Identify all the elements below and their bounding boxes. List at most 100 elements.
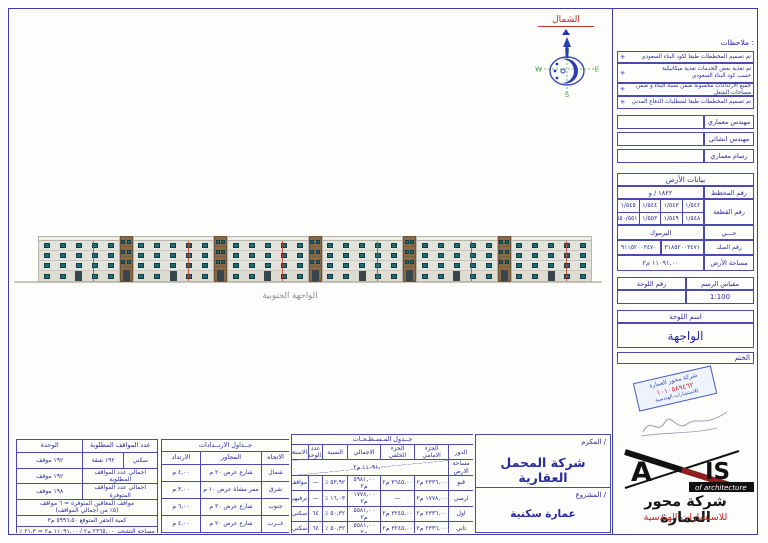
table-cell: ٥٠,٣٢ ٪ xyxy=(323,506,348,521)
table-cell: عدد الوحدات xyxy=(309,445,323,460)
stair-floor-band xyxy=(215,247,226,257)
table-cell: المجاور xyxy=(201,452,262,465)
window xyxy=(233,263,239,268)
deed-number: ٩١١٥٢٠٠٣٤٧٠ xyxy=(617,240,661,255)
window xyxy=(438,274,444,279)
stair-floor-band xyxy=(310,237,321,247)
window xyxy=(516,263,522,268)
window xyxy=(60,263,66,268)
ground-floor xyxy=(417,271,497,281)
window xyxy=(327,253,333,258)
table-cell: ٣,٠٠ م xyxy=(162,482,201,499)
table-cell: الوحدة xyxy=(17,440,83,453)
floor-band xyxy=(134,261,214,271)
table-cell: ممر مشاة عرض ١٠ م xyxy=(201,482,262,499)
window xyxy=(310,260,314,264)
window xyxy=(391,253,397,258)
sheet-number-label: رقم اللوحة xyxy=(617,277,686,290)
window xyxy=(297,253,303,258)
window xyxy=(76,243,82,248)
window xyxy=(327,243,333,248)
stair-core xyxy=(498,236,511,282)
window xyxy=(297,263,303,268)
compass-icon: N S W E xyxy=(532,36,602,98)
window xyxy=(233,253,239,258)
table-cell: ثاني xyxy=(449,521,473,533)
table-cell: ١٩٢ موقف xyxy=(17,469,83,484)
plan-number-row: رقم المخطط ١٨٢٢ / و xyxy=(617,186,754,199)
table-cell: ١/٥٤٢ xyxy=(682,200,704,213)
window xyxy=(221,260,225,264)
window xyxy=(44,253,50,258)
window xyxy=(202,253,208,258)
table-cell: ٦,٠٠ م xyxy=(162,499,201,516)
table-cell: اول xyxy=(449,506,473,521)
elevation-caption: الواجهة الجنوبية xyxy=(230,291,350,301)
ground-floor xyxy=(228,271,308,281)
window xyxy=(532,253,538,258)
table-cell: ٤,٠٠ م xyxy=(162,465,201,482)
floor-band xyxy=(512,241,592,251)
stair-core xyxy=(403,236,416,282)
table-cell: مساحة التشجير ٢٣٦٥,٠٠ م٢ / ١١٠٩١,٠٠ م٢ =… xyxy=(17,526,158,533)
note-text: تم تصميم المخططات طبقا لكود البناء السعو… xyxy=(627,54,751,61)
deed-label: رقم الصك xyxy=(704,240,754,255)
table-cell: عدد المواقف المطلوبة xyxy=(83,440,158,453)
drain-pipe xyxy=(566,241,567,281)
table-cell: ٥٩٨١,٠٠ م٢ xyxy=(348,475,381,490)
stair-core xyxy=(120,236,133,282)
table-cell: ١/٥٤٨ xyxy=(682,212,704,225)
table-cell: ٣٢٤٥,٠٠ م٢ xyxy=(381,521,415,533)
compass-s: S xyxy=(565,91,570,98)
window xyxy=(249,253,255,258)
setbacks-table: جــداول الارتــداداتالاتجاهالمجاورالارتد… xyxy=(161,439,289,533)
window xyxy=(60,253,66,258)
window xyxy=(405,250,409,254)
window xyxy=(233,243,239,248)
scale-header-row: مقياس الرسم رقم اللوحة xyxy=(617,277,754,290)
window xyxy=(499,260,503,264)
table-cell: الاتجاه xyxy=(262,452,289,465)
floor-band xyxy=(134,241,214,251)
window xyxy=(170,253,176,258)
table-cell: غــرب xyxy=(262,516,289,533)
window xyxy=(532,243,538,248)
scale-value-row: 1:100 xyxy=(617,290,754,304)
stair-floor-band xyxy=(215,257,226,267)
table-cell: شارع عرض ٢٠ م xyxy=(201,465,262,482)
window xyxy=(359,243,365,248)
owner-section: المكرم / شركة المحمل العقارية xyxy=(476,435,610,488)
compass-e: E xyxy=(595,66,599,74)
window xyxy=(580,263,586,268)
window xyxy=(44,243,50,248)
window xyxy=(121,250,125,254)
window xyxy=(454,253,460,258)
table-cell: ١/٥٤٤ xyxy=(639,200,661,213)
plan-number-label: رقم المخطط xyxy=(704,186,754,199)
stair-floor-band xyxy=(121,247,132,257)
stair-floor-band xyxy=(404,237,415,247)
window xyxy=(343,263,349,268)
window xyxy=(138,253,144,258)
window xyxy=(343,274,349,279)
signature-icon xyxy=(637,408,732,440)
window xyxy=(310,250,314,254)
stair-floor-band xyxy=(310,247,321,257)
window xyxy=(499,240,503,244)
window xyxy=(154,253,160,258)
window xyxy=(233,274,239,279)
building-module xyxy=(416,236,498,282)
stair-floor-band xyxy=(215,237,226,247)
window xyxy=(391,243,397,248)
project-section: المشروع / عمارة سكنية xyxy=(476,488,610,532)
floor-band xyxy=(417,251,497,261)
table-cell: ٤,٠٠ م xyxy=(162,516,201,533)
table-cell: شارع عرض ٣٠ م xyxy=(201,499,262,516)
window xyxy=(138,263,144,268)
table-cell: شمال xyxy=(262,465,289,482)
areas-table: جــدول المـسـطـحـاتالدورالجزء الاماميالج… xyxy=(291,434,473,533)
window xyxy=(516,253,522,258)
window xyxy=(138,243,144,248)
table-cell: ١/٥٥٣ xyxy=(639,212,661,225)
floor-band xyxy=(228,261,308,271)
